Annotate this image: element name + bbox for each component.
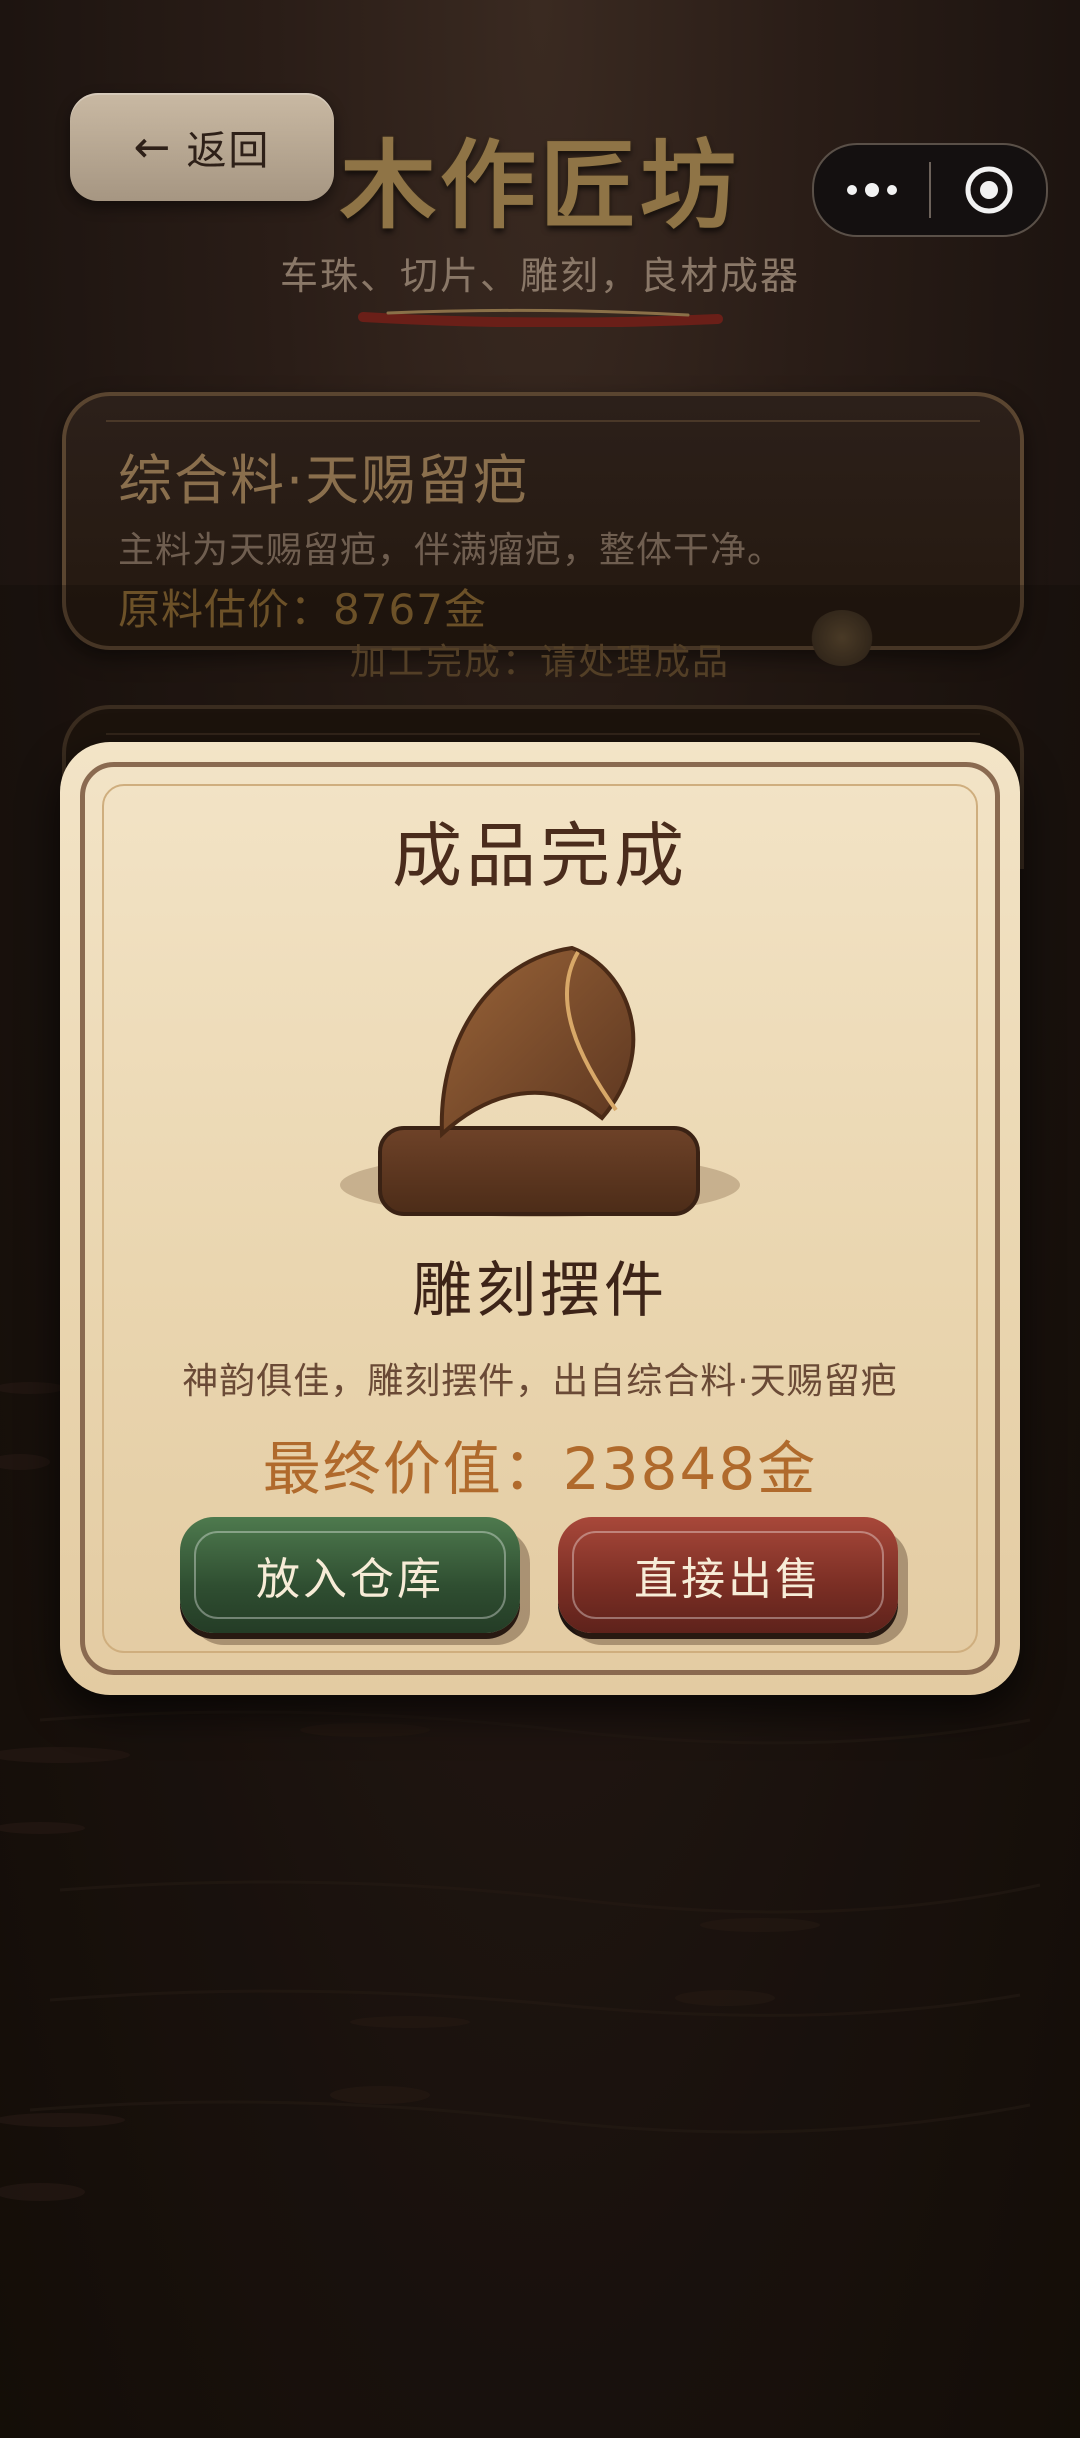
product-complete-modal: 成品完成 雕刻摆件 神韵俱佳，雕刻摆件，出自综合料·天赐留疤 最终价值：2384… xyxy=(60,742,1020,1695)
page-subtitle: 车珠、切片、雕刻，良材成器 xyxy=(279,254,800,298)
arrow-left-icon: ← xyxy=(133,121,173,173)
back-button[interactable]: ← 返回 xyxy=(70,93,334,201)
product-name: 雕刻摆件 xyxy=(412,1256,668,1326)
title-underline-decoration xyxy=(358,308,723,327)
back-label: 返回 xyxy=(186,128,271,174)
card-inner-line xyxy=(106,420,980,422)
modal-title: 成品完成 xyxy=(392,815,688,897)
sell-button-label: 直接出售 xyxy=(634,1554,822,1605)
product-final-value: 最终价值：23848金 xyxy=(262,1435,818,1503)
sell-directly-button[interactable]: 直接出售 xyxy=(558,1517,898,1633)
store-button-label: 放入仓库 xyxy=(256,1554,444,1605)
carved-ornament-icon xyxy=(340,945,740,1217)
mini-program-capsule xyxy=(812,143,1048,237)
store-warehouse-button[interactable]: 放入仓库 xyxy=(180,1517,520,1633)
workshop-page: ← 返回 木作匠坊 车珠、切片、雕刻，良材成器 综合料·天赐留疤 主料为天赐留疤… xyxy=(0,0,1080,2438)
page-title: 木作匠坊 xyxy=(340,129,740,242)
material-description: 主料为天赐留疤，伴满瘤疤，整体干净。 xyxy=(118,530,785,571)
product-description: 神韵俱佳，雕刻摆件，出自综合料·天赐留疤 xyxy=(182,1361,898,1402)
target-close-icon[interactable] xyxy=(931,145,1046,235)
material-title: 综合料·天赐留疤 xyxy=(118,449,530,512)
more-dots-icon[interactable] xyxy=(814,145,929,235)
